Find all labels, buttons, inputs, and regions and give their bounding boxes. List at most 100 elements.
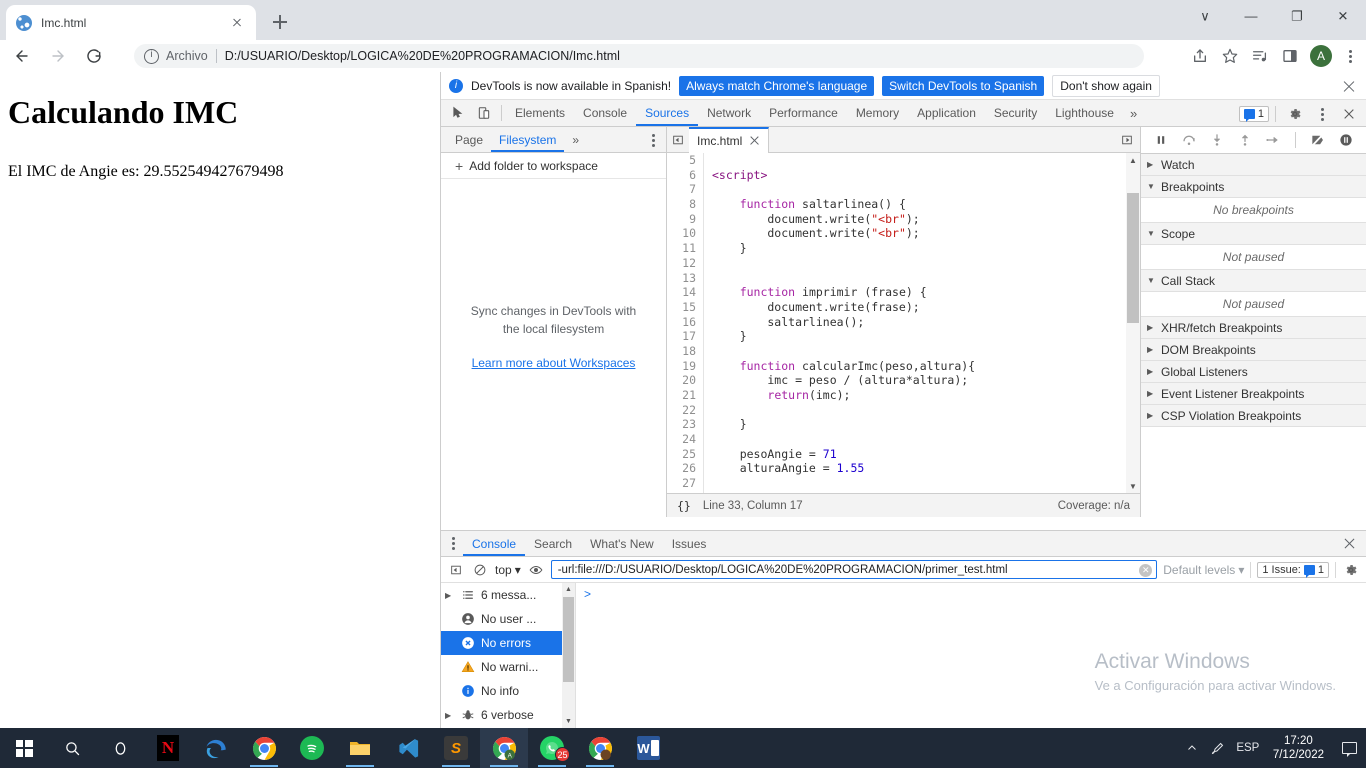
line-number[interactable]: 22 [667, 402, 703, 418]
avatar[interactable]: A [1310, 45, 1332, 67]
code-line-text[interactable]: function saltarlinea() { [703, 197, 906, 212]
line-number[interactable]: 12 [667, 255, 703, 271]
navigator-more-icon[interactable]: » [564, 127, 587, 152]
media-list-icon[interactable] [1246, 42, 1274, 70]
console-settings-eye-icon[interactable] [527, 561, 545, 579]
google-chrome-taskbar-icon[interactable] [240, 728, 288, 768]
section-breakpoints[interactable]: ▼ Breakpoints [1141, 176, 1366, 198]
code-line-text[interactable] [703, 182, 719, 198]
drawer-tab-issues[interactable]: Issues [663, 531, 716, 556]
task-view-button[interactable] [96, 728, 144, 768]
language-indicator[interactable]: ESP [1231, 728, 1265, 768]
chevron-right-icon[interactable]: ▶ [445, 711, 455, 720]
notifications-button[interactable] [1332, 728, 1366, 768]
scroll-down-icon[interactable]: ▼ [562, 715, 575, 728]
pretty-print-button[interactable]: {} [677, 499, 691, 513]
scroll-tabs-right-icon[interactable] [1116, 127, 1138, 153]
code-line-text[interactable] [703, 153, 719, 168]
navigator-tab-page[interactable]: Page [447, 127, 491, 152]
tab-lighthouse[interactable]: Lighthouse [1046, 100, 1123, 126]
code-line-text[interactable]: function calcularImc(peso,altura){ [703, 358, 975, 374]
line-number[interactable]: 25 [667, 446, 703, 462]
line-number[interactable]: 27 [667, 476, 703, 491]
tab-performance[interactable]: Performance [760, 100, 847, 126]
pause-script-icon[interactable] [1151, 130, 1171, 150]
section-scope[interactable]: ▼ Scope [1141, 223, 1366, 245]
step-over-icon[interactable] [1179, 130, 1199, 150]
close-drawer-icon[interactable] [1343, 537, 1356, 550]
clear-filter-icon[interactable]: ✕ [1139, 564, 1153, 577]
start-button[interactable] [0, 728, 48, 768]
line-number[interactable]: 15 [667, 299, 703, 315]
microsoft-word-taskbar-icon[interactable]: W [624, 728, 672, 768]
forward-button[interactable] [44, 42, 72, 70]
show-hidden-icons-button[interactable] [1179, 728, 1205, 768]
code-line-text[interactable]: document.write("<br"); [703, 211, 920, 227]
console-filter-info[interactable]: No info [441, 679, 575, 703]
console-filter-user-messages[interactable]: No user ... [441, 607, 575, 631]
tab-console[interactable]: Console [574, 100, 636, 126]
code-line-text[interactable]: saltarlinea(); [703, 314, 864, 330]
line-number[interactable]: 9 [667, 211, 703, 227]
share-icon[interactable] [1186, 42, 1214, 70]
pen-workspace-icon[interactable] [1205, 728, 1231, 768]
editor-tab-imc-html[interactable]: Imc.html [689, 126, 770, 153]
console-filter-warnings[interactable]: No warni... [441, 655, 575, 679]
navigator-menu-button[interactable] [646, 131, 660, 149]
console-filter-messages[interactable]: ▶ 6 messa... [441, 583, 575, 607]
step-into-icon[interactable] [1207, 130, 1227, 150]
line-number[interactable]: 24 [667, 432, 703, 447]
line-number[interactable]: 7 [667, 182, 703, 198]
line-number[interactable]: 5 [667, 153, 703, 168]
console-filter-input[interactable]: -url:file:///D:/USUARIO/Desktop/LOGICA%2… [550, 560, 1158, 579]
code-line-text[interactable]: } [703, 329, 747, 344]
console-sidebar-toggle-icon[interactable] [447, 561, 465, 579]
tab-elements[interactable]: Elements [506, 100, 574, 126]
devtools-menu-button[interactable] [1310, 100, 1334, 128]
drawer-menu-button[interactable] [445, 534, 461, 554]
line-number[interactable]: 11 [667, 241, 703, 256]
code-line-text[interactable]: imc = peso / (altura*altura); [703, 373, 968, 388]
section-call-stack[interactable]: ▼ Call Stack [1141, 270, 1366, 292]
visual-studio-code-taskbar-icon[interactable] [384, 728, 432, 768]
console-filter-errors[interactable]: No errors [441, 631, 575, 655]
line-number[interactable]: 14 [667, 285, 703, 300]
step-icon[interactable] [1263, 130, 1283, 150]
microsoft-edge-taskbar-icon[interactable] [192, 728, 240, 768]
dont-show-again-button[interactable]: Don't show again [1052, 74, 1160, 97]
more-tabs-icon[interactable]: » [1123, 106, 1144, 121]
whatsapp-taskbar-icon[interactable]: 25 [528, 728, 576, 768]
line-number[interactable]: 10 [667, 226, 703, 242]
chrome-profile-photo-taskbar-icon[interactable] [576, 728, 624, 768]
gear-icon[interactable] [1342, 561, 1360, 579]
pause-on-exceptions-icon[interactable] [1336, 130, 1356, 150]
scrollbar-thumb[interactable] [563, 597, 574, 682]
tab-network[interactable]: Network [698, 100, 760, 126]
line-number[interactable]: 18 [667, 343, 703, 359]
scroll-tabs-left-icon[interactable] [667, 127, 689, 153]
line-number[interactable]: 26 [667, 461, 703, 477]
line-number[interactable]: 17 [667, 329, 703, 344]
section-csp-violation-breakpoints[interactable]: ▶ CSP Violation Breakpoints [1141, 405, 1366, 427]
log-levels-selector[interactable]: Default levels ▾ [1163, 563, 1244, 577]
code-line-text[interactable]: } [703, 417, 747, 433]
line-number[interactable]: 23 [667, 417, 703, 433]
address-bar[interactable]: Archivo D:/USUARIO/Desktop/LOGICA%20DE%2… [134, 44, 1144, 68]
switch-to-spanish-button[interactable]: Switch DevTools to Spanish [882, 75, 1045, 96]
site-info-icon[interactable] [144, 48, 159, 64]
console-filter-verbose[interactable]: ▶ 6 verbose [441, 703, 575, 727]
console-sidebar-scrollbar[interactable]: ▲ ▼ [562, 583, 575, 728]
section-xhr-breakpoints[interactable]: ▶ XHR/fetch Breakpoints [1141, 317, 1366, 339]
code-line-text[interactable]: function imprimir (frase) { [703, 285, 927, 300]
close-devtools-icon[interactable] [1336, 102, 1362, 126]
section-watch[interactable]: ▶ Watch [1141, 154, 1366, 176]
scroll-down-icon[interactable]: ▼ [1126, 479, 1140, 493]
clear-console-icon[interactable] [471, 561, 489, 579]
scroll-up-icon[interactable]: ▲ [1126, 153, 1140, 167]
tab-sources[interactable]: Sources [636, 100, 699, 126]
code-line-text[interactable]: } [703, 241, 747, 256]
netflix-taskbar-icon[interactable]: N [144, 728, 192, 768]
execution-context-selector[interactable]: top ▾ [495, 563, 521, 577]
code-line-text[interactable]: return(imc); [703, 388, 850, 403]
chrome-profile-a-taskbar-icon[interactable]: A [480, 728, 528, 768]
